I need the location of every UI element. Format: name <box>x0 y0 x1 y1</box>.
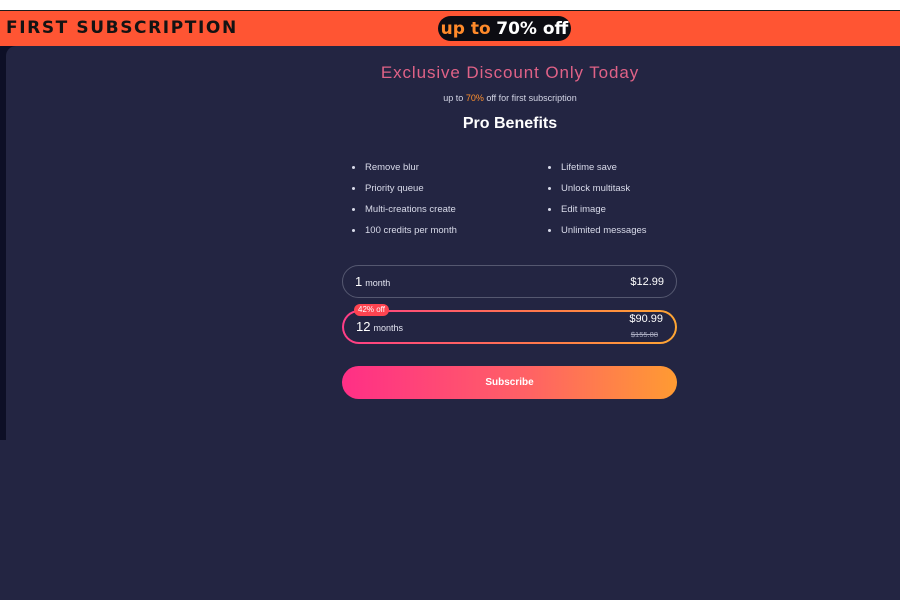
plan-original-price: $155.88 <box>630 330 658 339</box>
bullet-icon <box>548 229 551 232</box>
plan-quantity-value: 12 <box>356 319 371 334</box>
left-panel-edge <box>0 46 6 440</box>
benefit-label: Unlock multitask <box>561 183 631 194</box>
banner-title: FIRST SUBSCRIPTION <box>6 18 238 38</box>
benefit-label: Priority queue <box>365 183 424 194</box>
benefit-label: Remove blur <box>365 162 419 173</box>
discount-badge: 42% off <box>354 304 389 316</box>
bullet-icon <box>352 166 355 169</box>
plan-price: $90.99 <box>629 313 663 325</box>
offer-subheading: up to 70% off for first subscription <box>0 93 900 103</box>
promo-banner: FIRST SUBSCRIPTION up to 70% off <box>0 11 900 46</box>
benefit-item: Remove blur <box>352 162 419 173</box>
subscribe-button[interactable]: Subscribe <box>342 366 677 399</box>
plan-unit: months <box>373 323 403 333</box>
bullet-icon <box>352 208 355 211</box>
benefit-item: Priority queue <box>352 183 424 194</box>
subscription-page: FIRST SUBSCRIPTION up to 70% off Exclusi… <box>0 0 900 600</box>
benefit-item: Unlock multitask <box>548 183 631 194</box>
subheading-suffix: off for first subscription <box>483 93 577 103</box>
benefit-label: Lifetime save <box>561 162 617 173</box>
bullet-icon <box>548 187 551 190</box>
benefit-label: Multi-creations create <box>365 204 456 215</box>
benefit-item: Lifetime save <box>548 162 617 173</box>
plan-option-1-month[interactable]: 1 month $12.99 <box>342 265 677 298</box>
benefit-item: Edit image <box>548 204 606 215</box>
subheading-prefix: up to <box>443 93 466 103</box>
promo-pill: up to 70% off <box>438 16 571 41</box>
bullet-icon <box>352 229 355 232</box>
plan-option-inner: 12 months $90.99 $155.88 <box>344 312 675 342</box>
offer-heading: Exclusive Discount Only Today <box>380 63 640 82</box>
plan-unit: month <box>365 278 391 288</box>
benefit-item: Unlimited messages <box>548 225 647 236</box>
bullet-icon <box>548 208 551 211</box>
bullet-icon <box>548 166 551 169</box>
plan-quantity-value: 1 <box>355 274 363 289</box>
panel-corner <box>6 46 16 56</box>
subheading-percent: 70% <box>465 93 484 103</box>
benefits-title: Pro Benefits <box>462 115 558 132</box>
promo-prefix: up to <box>440 19 491 39</box>
benefit-label: 100 credits per month <box>365 225 457 236</box>
benefit-item: 100 credits per month <box>352 225 457 236</box>
window-top-edge <box>0 0 900 11</box>
benefit-item: Multi-creations create <box>352 204 456 215</box>
plan-quantity: 1 month <box>355 274 390 289</box>
plan-price: $12.99 <box>630 276 664 288</box>
benefit-label: Unlimited messages <box>561 225 647 236</box>
plan-option-12-months[interactable]: 12 months $90.99 $155.88 <box>342 310 677 344</box>
promo-value: 70% off <box>496 19 569 39</box>
plan-quantity: 12 months <box>356 319 403 334</box>
bullet-icon <box>352 187 355 190</box>
benefit-label: Edit image <box>561 204 606 215</box>
